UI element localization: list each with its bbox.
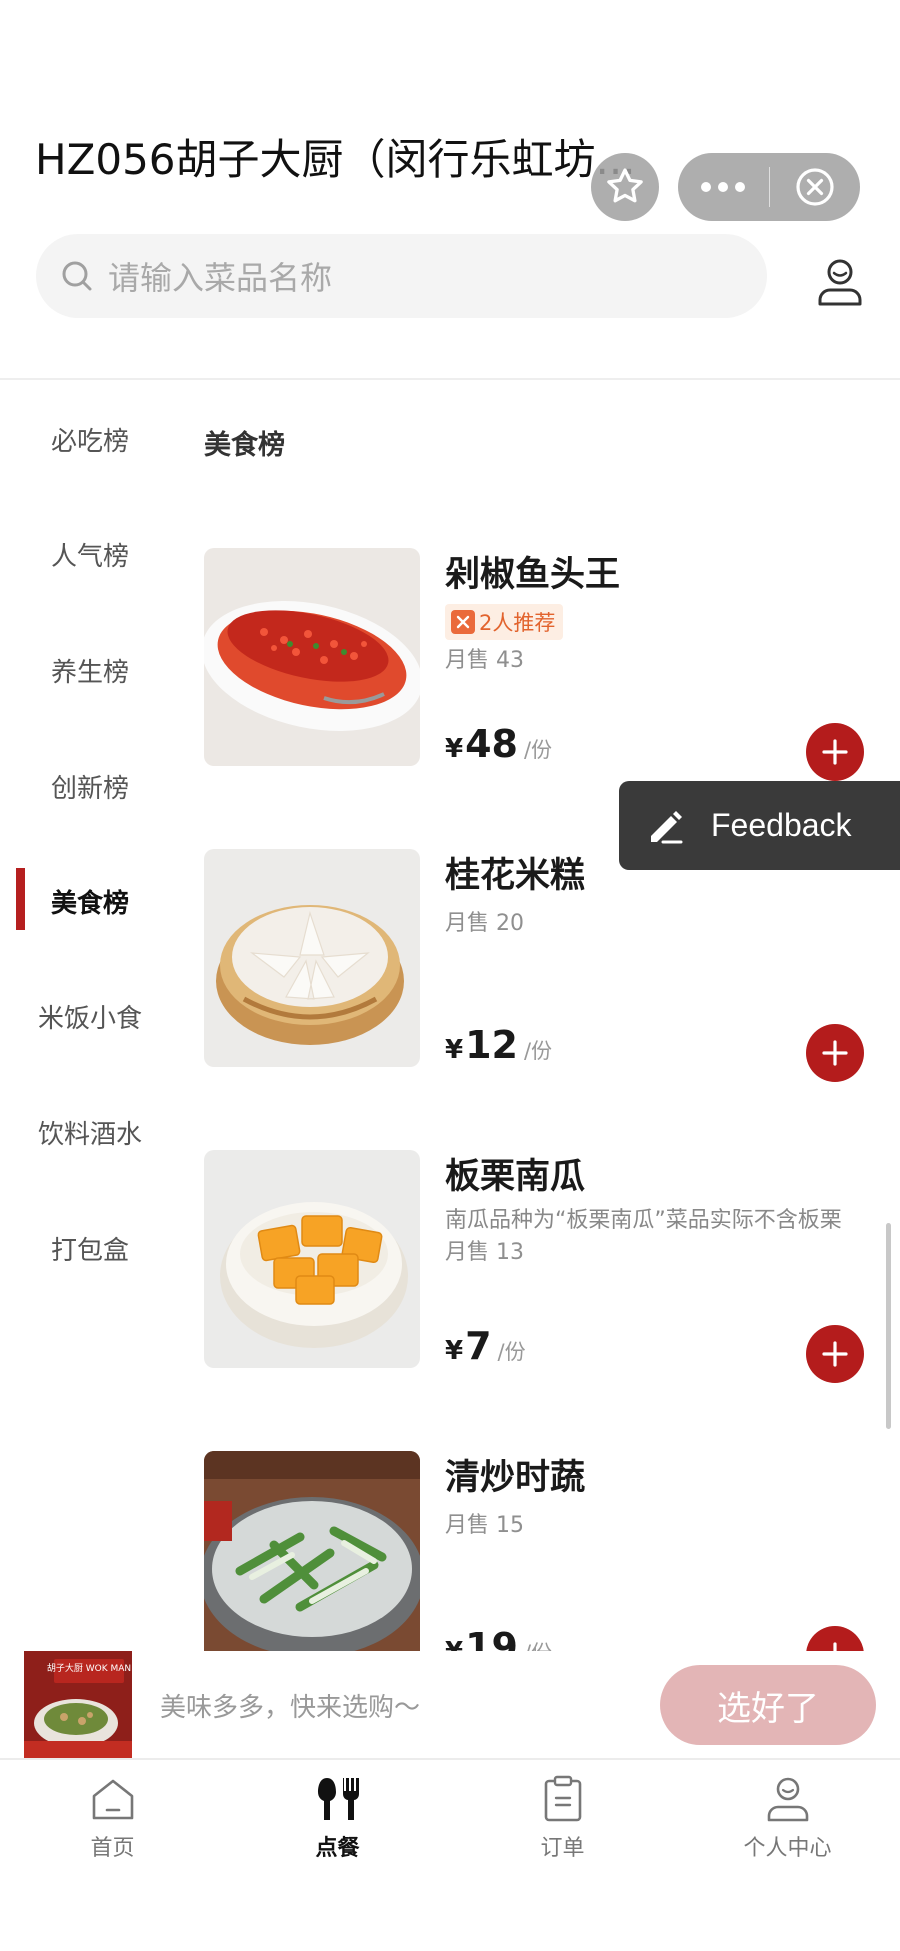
dish-name: 清炒时蔬 — [445, 1458, 586, 1498]
dish-name: 剁椒鱼头王 — [445, 555, 621, 595]
tab-home[interactable]: 首页 — [0, 1760, 225, 1880]
feedback-button[interactable]: Feedback — [619, 781, 900, 870]
user-icon — [767, 1777, 808, 1822]
currency-symbol: ¥ — [445, 734, 464, 764]
add-to-cart-button[interactable] — [806, 1325, 864, 1383]
dish-price: ¥ 7 /份 — [445, 1324, 526, 1368]
dish-description: 南瓜品种为“板栗南瓜”菜品实际不含板栗 — [445, 1208, 842, 1233]
cart-bar: 胡子大厨 WOK MAN 美味多多，快来选购～ 选好了 — [0, 1651, 900, 1759]
dish-name: 板栗南瓜 — [445, 1157, 586, 1197]
price-unit: /份 — [523, 1039, 553, 1063]
dish-sales: 月售 43 — [445, 648, 524, 673]
dish-sales: 月售 13 — [445, 1240, 524, 1265]
cart-hint: 美味多多，快来选购～ — [160, 1693, 421, 1723]
sidebar-item-health[interactable]: 养生榜 — [0, 652, 180, 689]
scrollbar-thumb[interactable] — [886, 1223, 891, 1429]
price-unit: /份 — [523, 738, 553, 762]
sidebar-item-must-eat[interactable]: 必吃榜 — [0, 421, 180, 458]
checkout-button[interactable]: 选好了 — [660, 1665, 876, 1745]
recommend-badge-text: 2人推荐 — [479, 611, 556, 635]
page: HZ056胡子大厨（闵行乐虹坊... 请输入菜品名称 必吃榜 人气榜 养生榜 创… — [0, 0, 900, 1951]
dish-item[interactable]: 桂花米糕 月售 20 ¥ 12 /份 — [204, 849, 884, 1082]
ellipsis-icon — [701, 182, 746, 192]
dish-sales: 月售 20 — [445, 911, 524, 936]
dish-item[interactable]: 板栗南瓜 南瓜品种为“板栗南瓜”菜品实际不含板栗 月售 13 ¥ 7 /份 — [204, 1150, 884, 1383]
search-input[interactable]: 请输入菜品名称 — [36, 234, 767, 318]
price-value: 12 — [465, 1023, 518, 1067]
clipboard-icon — [544, 1775, 581, 1822]
checkout-label: 选好了 — [717, 1688, 819, 1729]
tab-home-label: 首页 — [90, 1836, 135, 1861]
dish-item[interactable]: 清炒时蔬 月售 15 ¥ 19 /份 — [204, 1451, 884, 1684]
star-icon — [607, 168, 643, 203]
add-to-cart-button[interactable] — [806, 1024, 864, 1082]
tab-profile-label: 个人中心 — [743, 1836, 832, 1861]
store-title: HZ056胡子大厨（闵行乐虹坊... — [35, 135, 636, 184]
user-icon — [818, 259, 862, 306]
tab-profile[interactable]: 个人中心 — [675, 1760, 900, 1880]
dish-image[interactable] — [204, 849, 420, 1067]
dish-image[interactable] — [204, 1150, 420, 1368]
header-divider — [0, 378, 900, 380]
plus-icon — [822, 1341, 848, 1367]
search-icon — [62, 261, 92, 291]
cart-thumb-logo: 胡子大厨 WOK MAN — [47, 1662, 131, 1674]
dish-sales: 月售 15 — [445, 1513, 524, 1538]
sidebar-item-drinks[interactable]: 饮料酒水 — [0, 1114, 180, 1151]
sidebar-item-popular[interactable]: 人气榜 — [0, 536, 180, 573]
dish-price: ¥ 48 /份 — [445, 722, 552, 766]
sidebar-item-innovative[interactable]: 创新榜 — [0, 768, 180, 805]
add-to-cart-button[interactable] — [806, 723, 864, 781]
cart-thumbnail[interactable]: 胡子大厨 WOK MAN — [24, 1651, 132, 1759]
sidebar-item-gourmet[interactable]: 美食榜 — [0, 883, 180, 920]
close-button[interactable] — [770, 153, 861, 221]
tab-bar: 首页 点餐 订单 个人中心 — [0, 1760, 900, 1951]
feedback-label: Feedback — [711, 807, 852, 843]
section-title: 美食榜 — [204, 430, 285, 461]
price-value: 7 — [465, 1324, 492, 1368]
sidebar-item-rice-snacks[interactable]: 米饭小食 — [0, 998, 180, 1035]
close-circle-icon — [796, 168, 834, 206]
tab-order-food-label: 点餐 — [315, 1836, 360, 1861]
recommend-icon — [451, 610, 475, 634]
plus-icon — [822, 739, 848, 765]
recommend-badge: 2人推荐 — [445, 604, 564, 640]
tab-orders-label: 订单 — [540, 1836, 585, 1861]
sidebar-item-packaging[interactable]: 打包盒 — [0, 1230, 180, 1267]
search-placeholder: 请输入菜品名称 — [108, 259, 333, 297]
dish-name: 桂花米糕 — [445, 856, 586, 896]
home-icon — [92, 1779, 133, 1820]
mini-program-capsule — [678, 153, 860, 221]
edit-icon — [651, 810, 683, 843]
price-value: 48 — [465, 722, 518, 766]
tab-order-food[interactable]: 点餐 — [225, 1760, 450, 1880]
currency-symbol: ¥ — [445, 1336, 464, 1366]
user-center-button[interactable] — [812, 254, 868, 310]
price-unit: /份 — [497, 1340, 526, 1364]
more-button[interactable] — [678, 153, 769, 221]
dish-price: ¥ 12 /份 — [445, 1023, 552, 1067]
favorite-button[interactable] — [591, 153, 659, 221]
currency-symbol: ¥ — [445, 1035, 464, 1065]
dish-item[interactable]: 剁椒鱼头王 2人推荐 月售 43 ¥ 48 /份 — [204, 548, 884, 781]
plus-icon — [822, 1040, 848, 1066]
tab-orders[interactable]: 订单 — [450, 1760, 675, 1880]
dish-image[interactable] — [204, 548, 420, 766]
utensils-icon — [317, 1778, 359, 1820]
dish-image[interactable] — [204, 1451, 420, 1669]
